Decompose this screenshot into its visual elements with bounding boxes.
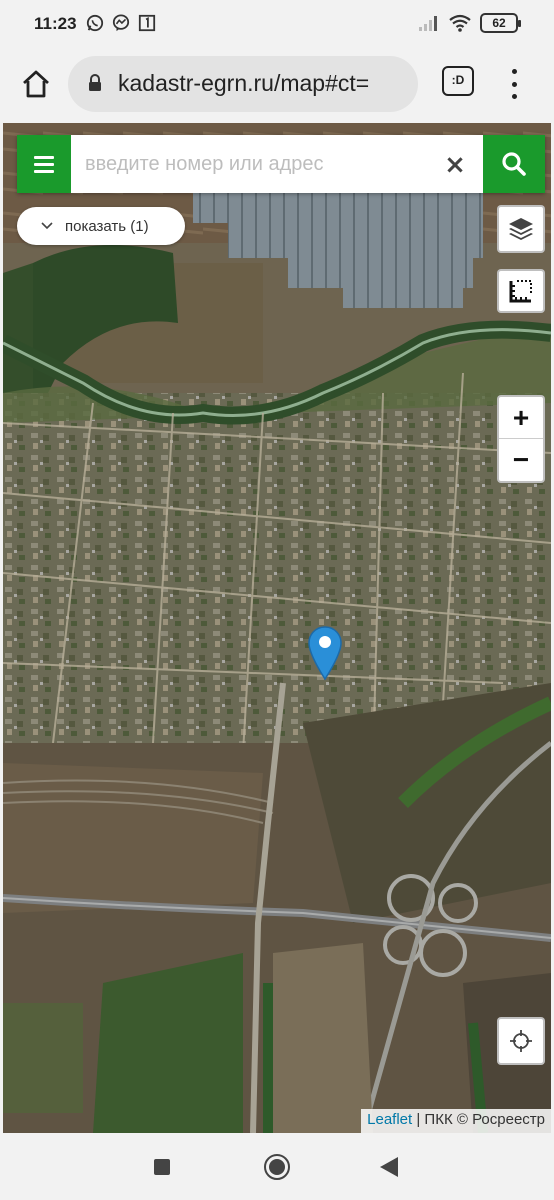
menu-dot <box>511 94 517 99</box>
search-bar: × <box>17 135 545 193</box>
map-view[interactable]: × показать (1) + − Leaflet | ПКК © Росре… <box>3 123 551 1133</box>
battery-icon: 62 <box>480 13 521 33</box>
browser-toolbar: kadastr-egrn.ru/map#ct= :D <box>0 50 554 120</box>
back-button[interactable] <box>380 1157 398 1177</box>
search-button[interactable] <box>483 135 545 193</box>
search-input[interactable] <box>85 149 445 179</box>
layers-icon <box>509 218 533 240</box>
status-system-icons: 62 <box>418 13 521 33</box>
zoom-in-button[interactable]: + <box>499 397 543 439</box>
menu-dot <box>511 69 517 74</box>
measure-button[interactable] <box>497 269 545 313</box>
menu-dot <box>511 81 517 87</box>
show-results-button[interactable]: показать (1) <box>17 207 185 245</box>
browser-home-button[interactable] <box>16 64 56 104</box>
recents-button[interactable] <box>154 1159 170 1175</box>
map-attribution: Leaflet | ПКК © Росреестр <box>361 1109 551 1133</box>
lock-icon <box>89 74 101 91</box>
hamburger-line <box>34 169 54 173</box>
attribution-source: ПКК © Росреестр <box>424 1111 545 1128</box>
layers-button[interactable] <box>497 205 545 253</box>
address-bar[interactable]: kadastr-egrn.ru/map#ct= <box>68 56 418 112</box>
home-circle-icon <box>269 1159 285 1175</box>
status-bar: 11:23 62 <box>0 0 554 50</box>
attribution-separator: | <box>412 1111 425 1128</box>
wifi-icon <box>449 14 471 32</box>
tab-switcher-button[interactable]: :D <box>442 66 474 96</box>
zoom-out-button[interactable]: − <box>499 439 543 481</box>
hamburger-line <box>34 162 54 166</box>
clear-search-button[interactable]: × <box>437 147 473 183</box>
hamburger-menu-button[interactable] <box>17 135 71 193</box>
notification-box-icon <box>138 14 156 32</box>
browser-menu-button[interactable] <box>504 64 524 104</box>
messenger-icon <box>112 14 130 32</box>
search-icon <box>502 152 526 176</box>
ruler-icon <box>509 280 532 303</box>
zoom-control: + − <box>497 395 545 483</box>
my-location-button[interactable] <box>497 1017 545 1065</box>
url-text[interactable]: kadastr-egrn.ru/map#ct= <box>118 70 410 97</box>
hamburger-line <box>34 155 54 159</box>
show-results-label: показать (1) <box>65 217 149 235</box>
signal-icon <box>419 16 437 31</box>
status-notification-icons <box>86 14 156 32</box>
chevron-down-icon <box>41 222 53 230</box>
location-pin-icon[interactable] <box>307 625 343 685</box>
system-navigation-bar <box>0 1136 554 1200</box>
satellite-imagery <box>3 123 551 1133</box>
leaflet-link[interactable]: Leaflet <box>367 1111 412 1128</box>
home-icon <box>23 70 49 98</box>
crosshair-icon <box>510 1030 532 1052</box>
whatsapp-icon <box>86 14 104 32</box>
status-time: 11:23 <box>34 14 77 33</box>
home-button[interactable] <box>264 1154 290 1180</box>
